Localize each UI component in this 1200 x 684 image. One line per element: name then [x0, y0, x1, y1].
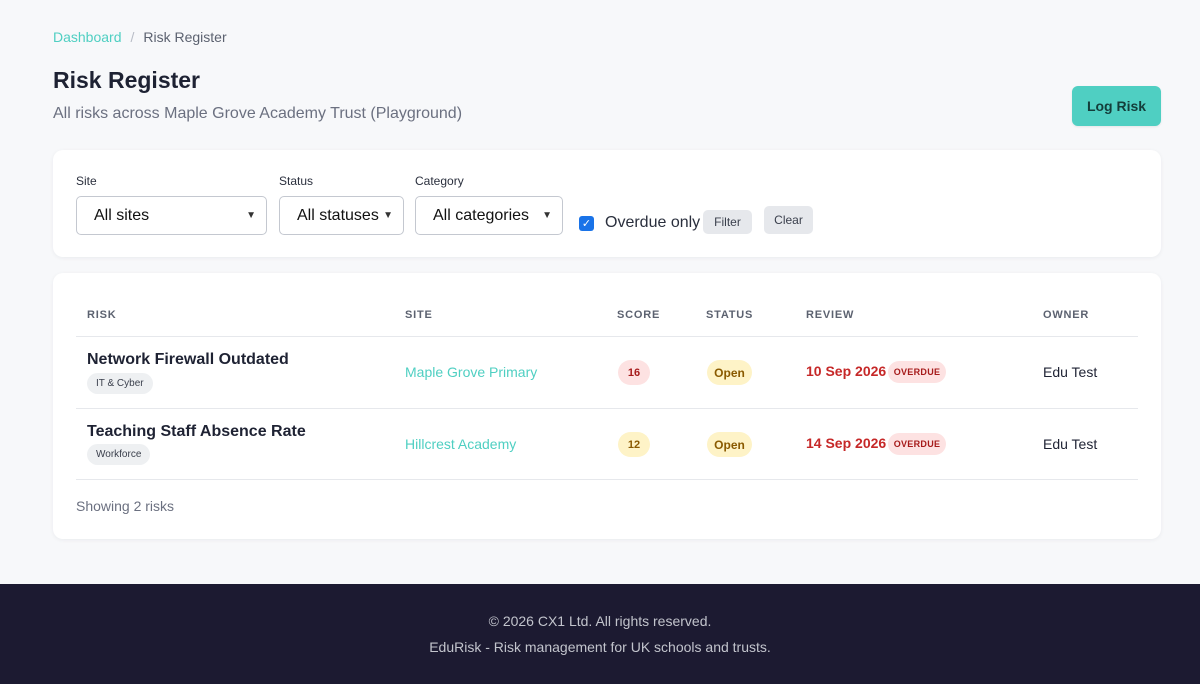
- column-header-owner: OWNER: [1043, 309, 1090, 321]
- category-filter: Category All categories ▼: [415, 174, 563, 235]
- column-header-status: STATUS: [706, 309, 754, 321]
- risk-name-link[interactable]: Network Firewall Outdated: [87, 351, 289, 369]
- owner-name: Edu Test: [1043, 436, 1098, 452]
- site-select[interactable]: All sites ▼: [76, 196, 267, 235]
- breadcrumb: Dashboard / Risk Register: [53, 29, 227, 45]
- row-divider: [76, 479, 1138, 480]
- footer-copyright: © 2026 CX1 Ltd. All rights reserved.: [488, 613, 712, 629]
- review-date: 14 Sep 2026: [806, 435, 887, 451]
- status-badge: Open: [707, 432, 752, 457]
- row-divider: [76, 336, 1138, 337]
- category-select-value: All categories: [433, 206, 530, 224]
- status-filter: Status All statuses ▼: [279, 174, 404, 235]
- overdue-only-toggle[interactable]: ✓ Overdue only: [579, 214, 700, 232]
- status-select-value: All statuses: [297, 206, 379, 224]
- site-select-value: All sites: [94, 206, 150, 224]
- category-filter-label: Category: [415, 174, 464, 188]
- results-count: Showing 2 risks: [76, 498, 175, 514]
- site-filter: Site All sites ▼: [76, 174, 267, 235]
- score-badge: 16: [618, 360, 650, 385]
- chevron-down-icon: ▼: [383, 210, 393, 221]
- overdue-only-checkbox[interactable]: ✓: [579, 215, 594, 231]
- footer-tagline: EduRisk - Risk management for UK schools…: [429, 639, 771, 655]
- site-filter-label: Site: [76, 174, 97, 188]
- review-date: 10 Sep 2026: [806, 363, 887, 379]
- row-divider: [76, 408, 1138, 409]
- overdue-badge: OVERDUE: [888, 361, 946, 383]
- chevron-down-icon: ▼: [246, 210, 256, 221]
- category-select[interactable]: All categories ▼: [415, 196, 563, 235]
- risk-table: RISK SITE SCORE STATUS REVIEW OWNER Netw…: [53, 273, 1161, 539]
- status-filter-label: Status: [279, 174, 314, 188]
- category-chip: Workforce: [87, 444, 151, 465]
- column-header-risk: RISK: [87, 309, 117, 321]
- filter-button[interactable]: Filter: [703, 210, 752, 234]
- category-chip: IT & Cyber: [87, 373, 153, 394]
- chevron-down-icon: ▼: [542, 210, 552, 221]
- log-risk-button[interactable]: Log Risk: [1072, 86, 1161, 126]
- column-header-review: REVIEW: [806, 309, 855, 321]
- status-select[interactable]: All statuses ▼: [279, 196, 404, 235]
- owner-name: Edu Test: [1043, 364, 1098, 380]
- clear-button[interactable]: Clear: [764, 206, 813, 234]
- site-link[interactable]: Hillcrest Academy: [405, 436, 516, 452]
- site-link[interactable]: Maple Grove Primary: [405, 364, 537, 380]
- breadcrumb-separator: /: [130, 29, 135, 45]
- score-badge: 12: [618, 432, 650, 457]
- site-footer: © 2026 CX1 Ltd. All rights reserved. Edu…: [0, 584, 1200, 684]
- page-subtitle: All risks across Maple Grove Academy Tru…: [53, 105, 463, 122]
- risk-name-link[interactable]: Teaching Staff Absence Rate: [87, 423, 306, 441]
- column-header-score: SCORE: [617, 309, 661, 321]
- overdue-badge: OVERDUE: [888, 433, 946, 455]
- breadcrumb-dashboard-link[interactable]: Dashboard: [53, 29, 122, 45]
- status-badge: Open: [707, 360, 752, 385]
- page-title: Risk Register: [53, 67, 201, 93]
- column-header-site: SITE: [405, 309, 433, 321]
- overdue-only-label: Overdue only: [605, 214, 701, 231]
- filter-panel: Site All sites ▼ Status All statuses ▼ C…: [53, 150, 1161, 257]
- breadcrumb-current: Risk Register: [143, 29, 227, 45]
